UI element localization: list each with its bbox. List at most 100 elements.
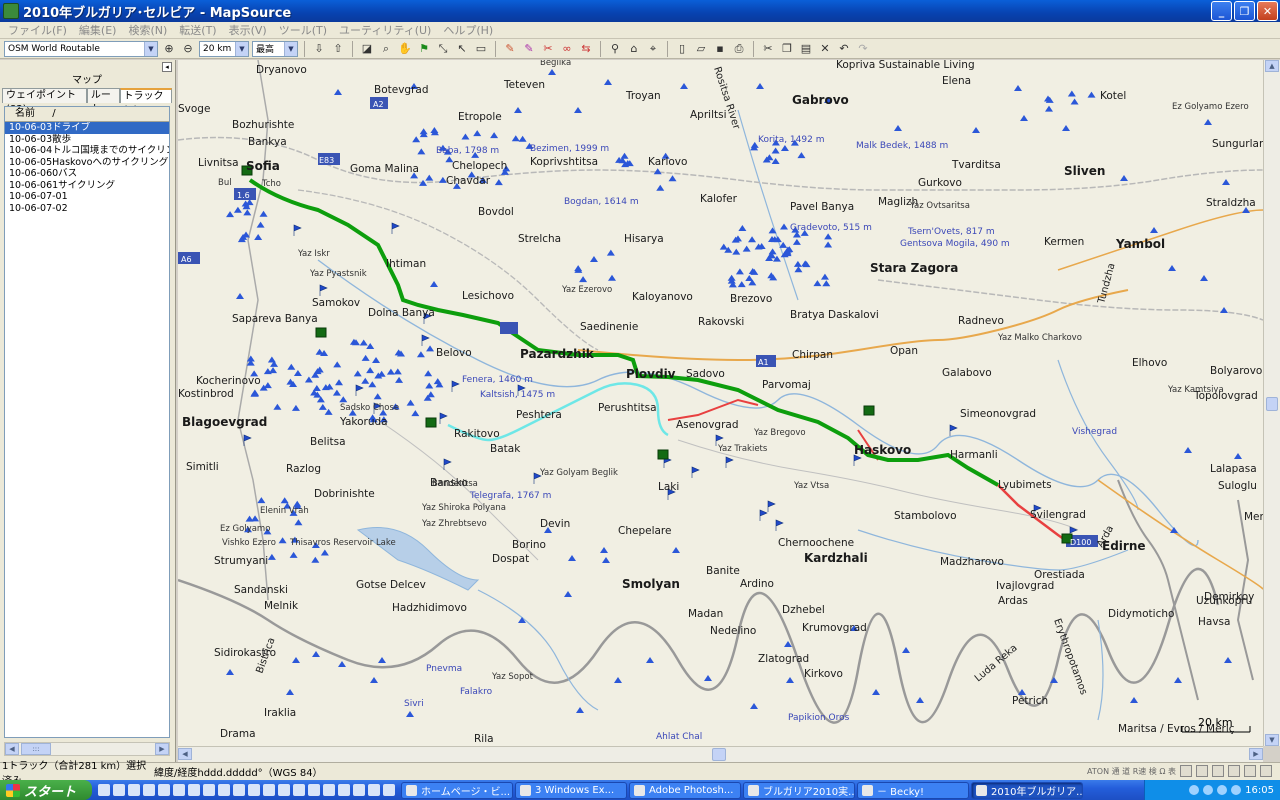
find-place-icon[interactable]: ⌂: [626, 41, 642, 57]
track-row[interactable]: 10-06-061サイクリング: [5, 180, 169, 192]
waypoint-box-icon[interactable]: [315, 327, 327, 338]
menu-edit[interactable]: 編集(E): [73, 22, 123, 38]
close-button[interactable]: ✕: [1257, 1, 1278, 21]
taskbar-button-photoshop[interactable]: Adobe Photosh...: [629, 781, 741, 799]
scroll-right-icon[interactable]: ▶: [155, 743, 169, 755]
quick-launch-icon[interactable]: [188, 784, 200, 796]
panel-close-icon[interactable]: ◂: [162, 62, 172, 72]
track-row[interactable]: 10-06-07-02: [5, 203, 169, 215]
quick-launch-icon[interactable]: [278, 784, 290, 796]
clock[interactable]: 16:05: [1245, 785, 1274, 796]
track-draw-icon[interactable]: ✎: [502, 41, 518, 57]
open-folder-icon[interactable]: ▱: [693, 41, 709, 57]
quick-launch-icon[interactable]: [158, 784, 170, 796]
quick-launch-icon[interactable]: [218, 784, 230, 796]
tab-tracks[interactable]: トラック(8): [119, 88, 172, 116]
track-row[interactable]: 10-06-05Haskovoへのサイクリング: [5, 157, 169, 169]
tray-icon[interactable]: [1203, 785, 1214, 795]
quick-launch-icon[interactable]: [308, 784, 320, 796]
undo-icon[interactable]: ↶: [836, 41, 852, 57]
vertical-scroll-thumb[interactable]: [1266, 397, 1278, 411]
track-row[interactable]: 10-06-03散歩: [5, 134, 169, 146]
track-divide-icon[interactable]: ✂: [540, 41, 556, 57]
quick-launch-icon[interactable]: [113, 784, 125, 796]
hand-tool-icon[interactable]: ✋: [397, 41, 413, 57]
quick-launch-icon[interactable]: [233, 784, 245, 796]
quick-launch-icon[interactable]: [173, 784, 185, 796]
track-row[interactable]: 10-06-03ドライブ: [5, 122, 169, 134]
quick-launch-icon[interactable]: [338, 784, 350, 796]
zoom-scale-select[interactable]: 20 km ▼: [199, 40, 249, 57]
quick-launch-icon[interactable]: [98, 784, 110, 796]
tray-icon[interactable]: [1231, 785, 1242, 795]
route-reverse-icon[interactable]: ⇆: [578, 41, 594, 57]
scroll-down-icon[interactable]: ▼: [1265, 734, 1279, 746]
menu-transfer[interactable]: 転送(T): [173, 22, 222, 38]
waypoint-box-icon[interactable]: [863, 405, 875, 416]
tray-icon[interactable]: [1217, 785, 1228, 795]
tab-routes[interactable]: ルート: [86, 88, 120, 115]
menu-tools[interactable]: ツール(T): [273, 22, 333, 38]
new-document-icon[interactable]: ▯: [674, 41, 690, 57]
delete-icon[interactable]: ✕: [817, 41, 833, 57]
taskbar-button-mapsource[interactable]: 2010年ブルガリア...: [971, 781, 1083, 799]
quick-launch-icon[interactable]: [383, 784, 395, 796]
track-join-icon[interactable]: ∞: [559, 41, 575, 57]
tray-icon[interactable]: [1189, 785, 1200, 795]
save-disk-icon[interactable]: ▪: [712, 41, 728, 57]
map-horizontal-scrollbar[interactable]: ◀ ▶: [178, 746, 1263, 762]
quick-launch-icon[interactable]: [248, 784, 260, 796]
map-product-select[interactable]: OSM World Routable ▼: [4, 40, 158, 57]
track-erase-icon[interactable]: ✎: [521, 41, 537, 57]
quick-launch-icon[interactable]: [203, 784, 215, 796]
map-canvas[interactable]: Sofia Plovdiv Haskovo Stara Zagora Gabrovo Sl…: [178, 60, 1263, 746]
track-row[interactable]: 10-06-060バス: [5, 168, 169, 180]
menu-find[interactable]: 検索(N): [122, 22, 173, 38]
taskbar-button-becky[interactable]: － Becky!: [857, 781, 969, 799]
quick-launch-icon[interactable]: [293, 784, 305, 796]
map-vertical-scrollbar[interactable]: ▲ ▼: [1263, 60, 1280, 746]
quick-launch-icon[interactable]: [323, 784, 335, 796]
column-header-name[interactable]: 名前 /: [5, 107, 169, 122]
map-tool-icon[interactable]: ◪: [359, 41, 375, 57]
receive-from-device-icon[interactable]: ⇩: [311, 41, 327, 57]
print-icon[interactable]: ⎙: [731, 41, 747, 57]
quick-launch-icon[interactable]: [128, 784, 140, 796]
start-button[interactable]: スタート: [0, 780, 92, 800]
menu-file[interactable]: ファイル(F): [2, 22, 73, 38]
scroll-left-icon[interactable]: ◀: [5, 743, 19, 755]
zoom-in-icon[interactable]: ⊕: [161, 41, 177, 57]
maximize-button[interactable]: ❐: [1234, 1, 1255, 21]
send-to-device-icon[interactable]: ⇧: [330, 41, 346, 57]
taskbar-button-homepage[interactable]: ホームページ・ビ...: [401, 781, 513, 799]
waypoint-flag-icon[interactable]: ⚑: [416, 41, 432, 57]
track-row[interactable]: 10-06-04トルコ国境までのサイクリング: [5, 145, 169, 157]
paste-icon[interactable]: ▤: [798, 41, 814, 57]
copy-icon[interactable]: ❐: [779, 41, 795, 57]
menu-utilities[interactable]: ユーティリティ(U): [333, 22, 437, 38]
cut-icon[interactable]: ✂: [760, 41, 776, 57]
waypoint-box-icon[interactable]: [425, 417, 437, 428]
track-row[interactable]: 10-06-07-01: [5, 191, 169, 203]
taskbar-button-explorer[interactable]: 3 Windows Ex...: [515, 781, 627, 799]
zoom-out-icon[interactable]: ⊖: [180, 41, 196, 57]
tab-maps[interactable]: マップ: [69, 74, 105, 89]
quick-launch-icon[interactable]: [143, 784, 155, 796]
binoculars-find-icon[interactable]: ⚲: [607, 41, 623, 57]
map-view[interactable]: Sofia Plovdiv Haskovo Stara Zagora Gabrovo Sl…: [178, 60, 1263, 746]
taskbar-button-bulgaria-doc[interactable]: ブルガリア2010実...: [743, 781, 855, 799]
redo-icon[interactable]: ↷: [855, 41, 871, 57]
scroll-thumb[interactable]: :::: [21, 743, 51, 755]
scroll-up-icon[interactable]: ▲: [1265, 60, 1279, 72]
detail-level-select[interactable]: 最高 ▼: [252, 40, 298, 57]
menu-view[interactable]: 表示(V): [223, 22, 273, 38]
selection-arrow-icon[interactable]: ↖: [454, 41, 470, 57]
scroll-left-icon[interactable]: ◀: [178, 748, 192, 760]
tab-waypoints[interactable]: ウェイポイント (83): [2, 88, 87, 115]
find-poi-icon[interactable]: ⌖: [645, 41, 661, 57]
quick-launch-icon[interactable]: [368, 784, 380, 796]
minimize-button[interactable]: _: [1211, 1, 1232, 21]
panel-horizontal-scrollbar[interactable]: ◀ ::: ▶: [4, 742, 170, 756]
quick-launch-icon[interactable]: [263, 784, 275, 796]
quick-launch-icon[interactable]: [353, 784, 365, 796]
